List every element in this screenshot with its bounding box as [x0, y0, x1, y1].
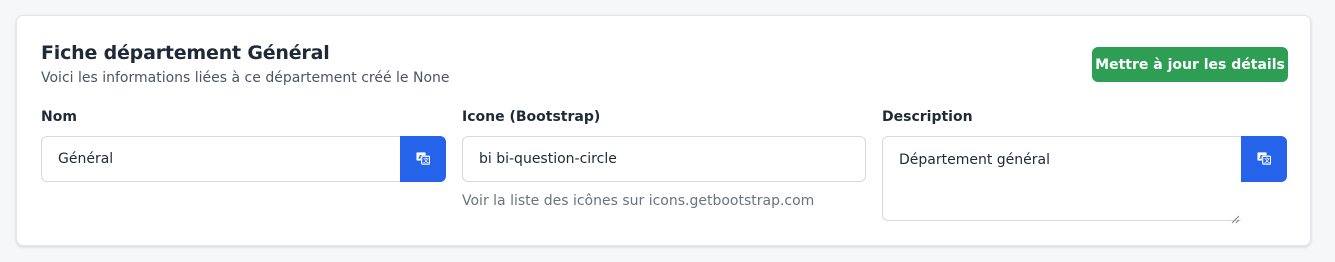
- description-label: Description: [882, 109, 973, 125]
- page-title: Fiche département Général: [41, 42, 330, 64]
- update-details-button[interactable]: Mettre à jour les détails: [1092, 47, 1288, 82]
- translate-icon: A 文: [416, 151, 431, 168]
- page-subtitle: Voici les informations liées à ce départ…: [41, 70, 450, 86]
- nom-label: Nom: [41, 109, 77, 125]
- icone-input[interactable]: bi bi-question-circle: [462, 136, 866, 182]
- icone-help-text: Voir la liste des icônes sur icons.getbo…: [462, 193, 815, 209]
- nom-translate-button[interactable]: A 文: [400, 136, 446, 182]
- nom-input[interactable]: Général: [41, 136, 401, 182]
- svg-text:文: 文: [1264, 156, 1270, 164]
- description-translate-button[interactable]: A 文: [1241, 136, 1287, 182]
- description-textarea[interactable]: Département général: [882, 136, 1241, 221]
- translate-icon: A 文: [1257, 151, 1272, 168]
- icone-label: Icone (Bootstrap): [462, 109, 601, 125]
- resize-handle-icon[interactable]: [1230, 209, 1240, 224]
- svg-text:文: 文: [423, 156, 429, 164]
- department-card: Fiche département Général Voici les info…: [16, 15, 1311, 246]
